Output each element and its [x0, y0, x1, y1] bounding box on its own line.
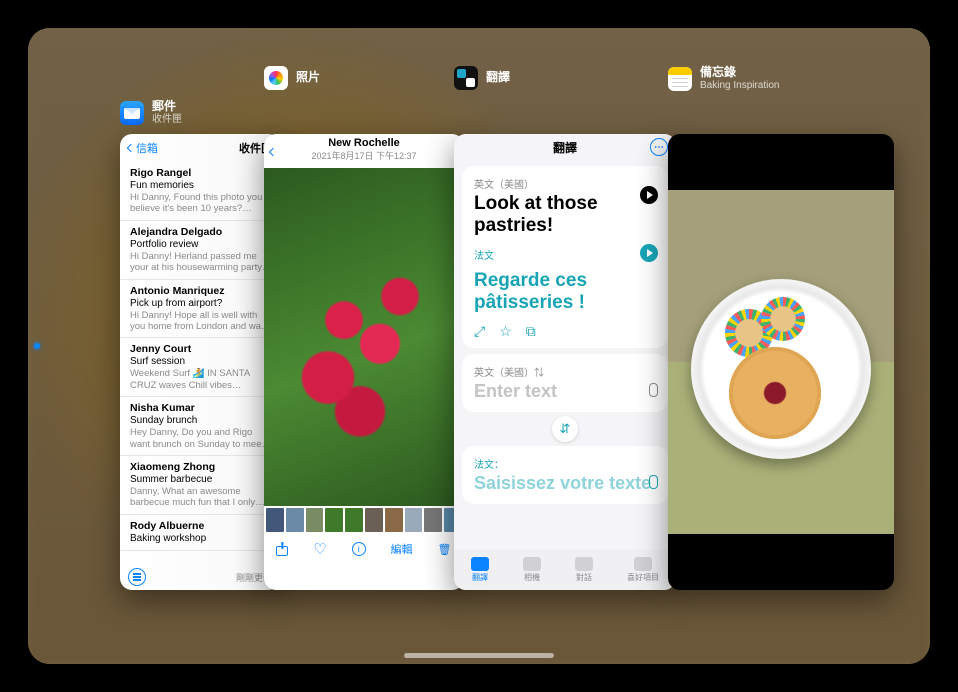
favorite-icon[interactable]: ☆	[499, 323, 512, 340]
pastry-plate	[691, 279, 871, 459]
translate-app-name: 翻譯	[486, 71, 510, 85]
translate-tab-bar: 翻譯 相機 對話 喜好項目	[454, 550, 676, 590]
mail-app-icon	[120, 101, 144, 125]
mic-icon[interactable]	[649, 383, 658, 402]
edit-button[interactable]: 編輯	[391, 541, 413, 557]
home-indicator[interactable]	[404, 653, 554, 658]
photos-back-button[interactable]	[270, 142, 276, 160]
input-lang-label[interactable]: 英文（美國）⇅	[474, 364, 656, 379]
mail-row[interactable]: Nisha KumarSunday brunchHey Danny, Do yo…	[120, 397, 280, 456]
app-switcher-card-translate[interactable]: 翻譯	[454, 100, 510, 124]
favorite-icon[interactable]	[313, 540, 326, 558]
mail-row[interactable]: Antonio ManriquezPick up from airport?Hi…	[120, 280, 280, 339]
ipad-screen: 郵件 收件匣 信箱 收件匣 Rigo RangelFun memoriesHi …	[28, 28, 930, 664]
translate-preview[interactable]: 翻譯 ⋯ 英文（美國） Look at those pastries! 法文 R…	[454, 134, 676, 590]
trash-icon[interactable]: 🗑	[438, 543, 452, 556]
mail-filter-icon[interactable]	[128, 568, 146, 586]
input-placeholder: Enter text	[474, 381, 656, 402]
target-lang-label: 法文	[474, 247, 656, 262]
photo-location: New Rochelle	[264, 134, 464, 149]
notes-preview[interactable]	[668, 134, 894, 590]
notes-app-icon	[668, 67, 692, 91]
chevron-left-icon	[127, 144, 135, 152]
photos-app-name: 照片	[296, 71, 320, 85]
photo-thumbnail-strip[interactable]	[264, 506, 464, 534]
photo-thumb[interactable]	[266, 508, 284, 532]
translate-input-en[interactable]: 英文（美國）⇅ Enter text	[462, 354, 668, 412]
photos-app-icon	[264, 66, 288, 90]
side-indicator-dot	[34, 343, 40, 349]
swap-languages-icon[interactable]: ⇵	[552, 416, 578, 442]
sprinkle-cookie	[761, 297, 805, 341]
play-target-icon[interactable]	[640, 244, 658, 262]
chevron-left-icon	[269, 148, 277, 156]
tab-camera[interactable]: 相機	[523, 557, 541, 583]
ipad-frame: 郵件 收件匣 信箱 收件匣 Rigo RangelFun memoriesHi …	[0, 0, 958, 692]
translate-input-fr[interactable]: 法文： Saisissez votre texte	[462, 446, 668, 504]
photo-thumb[interactable]	[306, 508, 324, 532]
mail-back-label: 信箱	[136, 140, 158, 156]
notes-app-subtitle: Baking Inspiration	[700, 80, 780, 92]
app-switcher-card-notes[interactable]: 備忘錄 Baking Inspiration	[668, 100, 780, 125]
tab-translate[interactable]: 翻譯	[471, 557, 489, 583]
source-lang-label: 英文（美國）	[474, 176, 656, 191]
mail-row[interactable]: Rody AlbuerneBaking workshop	[120, 515, 280, 551]
notes-image	[668, 190, 894, 534]
photo-thumb[interactable]	[345, 508, 363, 532]
input-fr-placeholder: Saisissez votre texte	[474, 473, 656, 494]
photo-datetime: 2021年8月17日 下午12:37	[264, 149, 464, 162]
translate-app-icon	[454, 66, 478, 90]
photo-thumb[interactable]	[365, 508, 383, 532]
mail-message-list[interactable]: Rigo RangelFun memoriesHi Danny, Found t…	[120, 162, 280, 551]
app-switcher-card-mail[interactable]: 郵件 收件匣	[120, 100, 182, 125]
photo-thumb[interactable]	[325, 508, 343, 532]
jam-cookie	[729, 347, 821, 439]
copy-icon[interactable]: ⧉	[526, 323, 536, 340]
expand-icon[interactable]: ⤢	[474, 323, 485, 340]
mail-app-name: 郵件	[152, 100, 182, 114]
info-icon[interactable]: i	[352, 542, 366, 556]
input-fr-lang-label: 法文：	[474, 456, 656, 471]
mail-preview[interactable]: 信箱 收件匣 Rigo RangelFun memoriesHi Danny, …	[120, 134, 280, 590]
translate-title: 翻譯	[553, 139, 577, 156]
notes-app-name: 備忘錄	[700, 66, 780, 80]
mail-row[interactable]: Alejandra DelgadoPortfolio reviewHi Dann…	[120, 221, 280, 280]
mail-row[interactable]: Jenny CourtSurf sessionWeekend Surf 🏄 IN…	[120, 338, 280, 397]
play-source-icon[interactable]	[640, 186, 658, 204]
photo-thumb[interactable]	[405, 508, 423, 532]
photo-thumb[interactable]	[424, 508, 442, 532]
photo-thumb[interactable]	[286, 508, 304, 532]
photo-main[interactable]	[264, 168, 464, 506]
target-text: Regarde ces pâtisseries !	[474, 270, 656, 314]
mail-app-subtitle: 收件匣	[152, 114, 182, 126]
app-switcher-card-photos[interactable]: 照片	[264, 100, 320, 124]
share-icon[interactable]	[276, 542, 288, 556]
tab-conversation[interactable]: 對話	[575, 557, 593, 583]
photos-preview[interactable]: New Rochelle 2021年8月17日 下午12:37 i 編輯 🗑	[264, 134, 464, 590]
translate-result-card: 英文（美國） Look at those pastries! 法文 Regard…	[462, 166, 668, 348]
mail-row[interactable]: Rigo RangelFun memoriesHi Danny, Found t…	[120, 162, 280, 221]
tab-favorites[interactable]: 喜好項目	[627, 557, 659, 583]
more-icon[interactable]: ⋯	[650, 138, 668, 156]
mail-row[interactable]: Xiaomeng ZhongSummer barbecueDanny, What…	[120, 456, 280, 515]
mail-back-button[interactable]: 信箱	[128, 140, 158, 156]
mic-icon[interactable]	[649, 475, 658, 494]
status-bar	[28, 28, 930, 40]
photo-thumb[interactable]	[385, 508, 403, 532]
source-text: Look at those pastries!	[474, 193, 656, 237]
